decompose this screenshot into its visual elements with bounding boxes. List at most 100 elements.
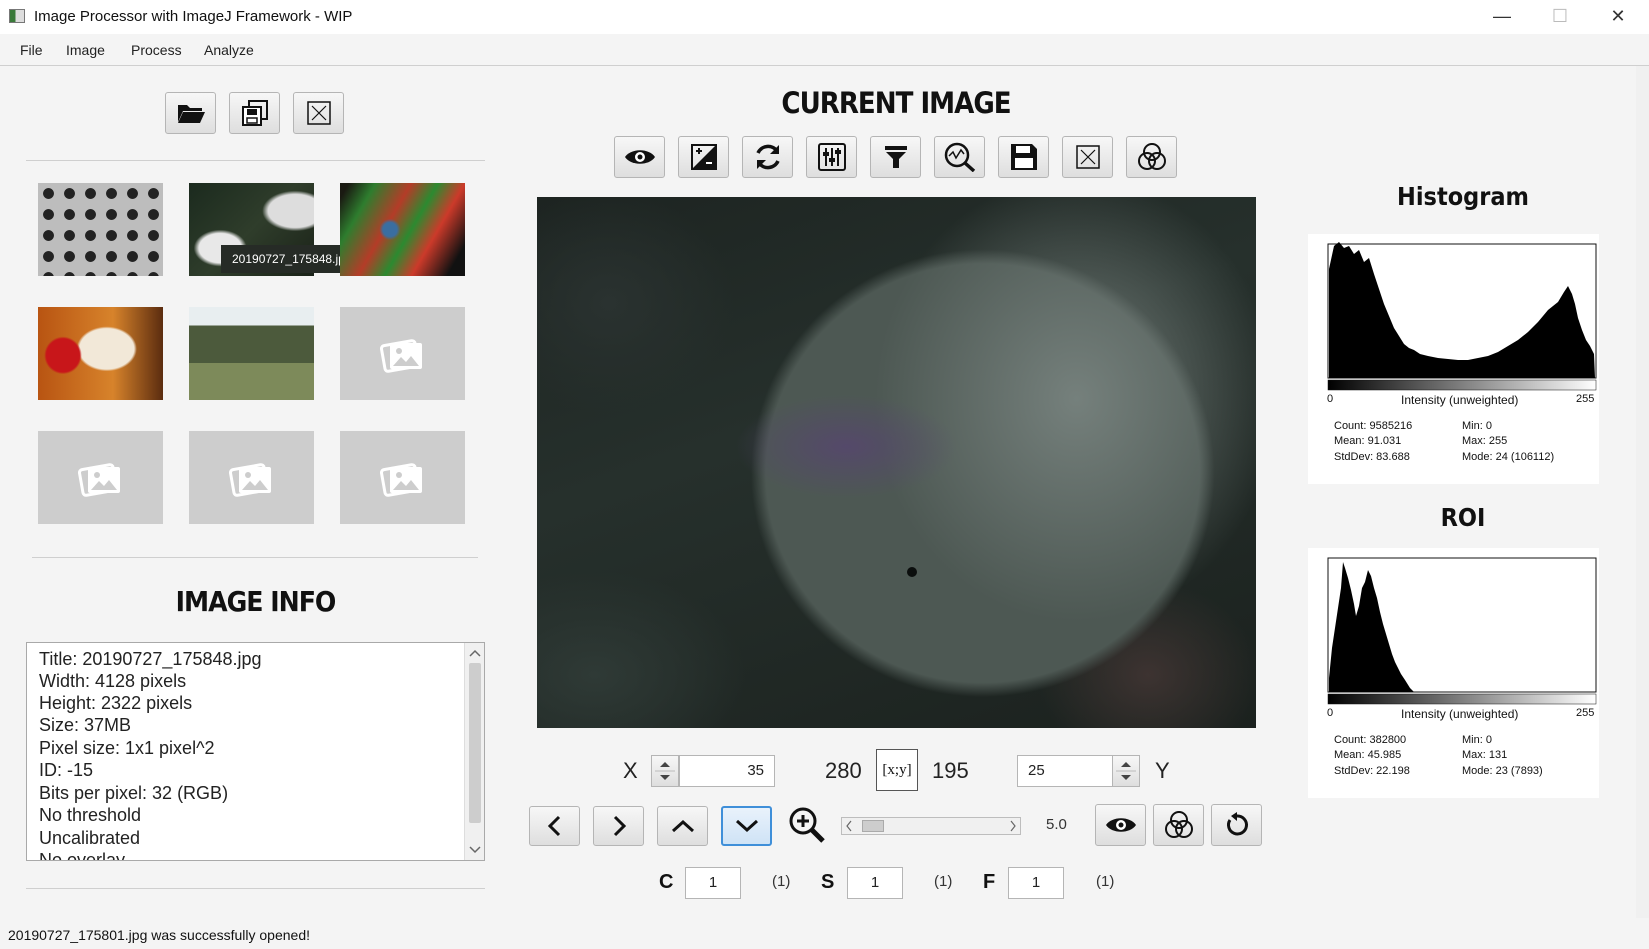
spinner-arrows-icon — [655, 762, 675, 780]
move-left-button[interactable] — [529, 806, 580, 846]
thumbnail-placeholder[interactable] — [340, 431, 465, 524]
info-scrollbar[interactable] — [464, 643, 484, 860]
save-all-button[interactable] — [229, 92, 280, 134]
info-line: Width: 4128 pixels — [39, 671, 187, 691]
roi-histogram-plot — [1327, 557, 1597, 705]
zoom-slider-thumb[interactable] — [862, 820, 884, 832]
eye-icon — [624, 150, 655, 164]
x-spinner[interactable] — [651, 755, 679, 787]
adjust-button[interactable] — [806, 136, 857, 178]
status-message: 20190727_175801.jpg was successfully ope… — [8, 927, 311, 943]
analyze-button[interactable] — [934, 136, 985, 178]
close-image-button[interactable] — [1062, 136, 1113, 178]
thumbnail-image-4[interactable] — [38, 307, 163, 400]
zoom-slider[interactable] — [841, 817, 1021, 835]
hist-mode: Mode: 24 (106112) — [1462, 451, 1555, 463]
slider-right-icon — [1010, 820, 1016, 832]
s-count: (1) — [934, 873, 953, 890]
menu-analyze[interactable]: Analyze — [204, 42, 254, 58]
histogram-title: Histogram — [1397, 182, 1529, 211]
histogram-plot — [1327, 242, 1597, 391]
hist-count: Count: 9585216 — [1334, 420, 1413, 432]
current-image-view[interactable] — [537, 197, 1256, 728]
histogram-panel: 0 Intensity (unweighted) 255 Count: 9585… — [1308, 234, 1599, 484]
f-count: (1) — [1096, 873, 1115, 890]
menu-image[interactable]: Image — [66, 42, 105, 58]
save-button[interactable] — [998, 136, 1049, 178]
reset-button[interactable] — [1211, 804, 1262, 846]
close-image-icon — [1075, 145, 1100, 169]
close-all-button[interactable] — [293, 92, 344, 134]
image-placeholder-icon — [379, 338, 422, 373]
x-label: X — [623, 758, 638, 783]
hist-stddev: StdDev: 83.688 — [1334, 451, 1410, 463]
zoom-value: 5.0 — [1046, 816, 1067, 833]
eye-icon — [1105, 818, 1136, 832]
open-folder-button[interactable] — [165, 92, 216, 134]
chevron-down-icon — [735, 819, 758, 833]
minimize-button[interactable]: — — [1473, 0, 1531, 34]
status-bar: 20190727_175801.jpg was successfully ope… — [0, 918, 1649, 949]
y-label: Y — [1155, 758, 1170, 783]
thumbnail-placeholder[interactable] — [340, 307, 465, 400]
image-placeholder-icon — [228, 462, 271, 497]
view-button[interactable] — [614, 136, 665, 178]
thumbnail-placeholder[interactable] — [38, 431, 163, 524]
info-line: Size: 37MB — [39, 715, 132, 735]
channels-button[interactable] — [1126, 136, 1177, 178]
scroll-down-icon — [469, 846, 481, 854]
x-value-field[interactable]: 35 — [679, 755, 775, 787]
chevron-up-icon — [671, 819, 694, 833]
close-button[interactable]: ✕ — [1589, 0, 1647, 34]
roi-histogram-panel: 0 Intensity (unweighted) 255 Count: 3828… — [1308, 548, 1599, 798]
c-field[interactable]: 1 — [685, 867, 741, 899]
maximize-button[interactable]: ☐ — [1531, 0, 1589, 34]
channels-icon — [1137, 143, 1166, 170]
contrast-button[interactable] — [678, 136, 729, 178]
filter-button[interactable] — [870, 136, 921, 178]
roi-axis-min: 0 — [1327, 707, 1334, 719]
move-up-button[interactable] — [657, 806, 708, 846]
move-right-button[interactable] — [593, 806, 644, 846]
title-bar: Image Processor with ImageJ Framework - … — [0, 0, 1649, 34]
save-icon — [1010, 144, 1037, 170]
coord-button[interactable]: [x;y] — [876, 749, 918, 791]
filter-icon — [884, 146, 907, 168]
thumbnail-image-5[interactable] — [189, 307, 314, 400]
s-label: S — [821, 871, 835, 893]
scroll-thumb[interactable] — [469, 663, 481, 823]
f-field[interactable]: 1 — [1008, 867, 1064, 899]
divider — [32, 557, 478, 558]
info-line: No threshold — [39, 805, 142, 825]
folder-open-icon — [177, 105, 205, 123]
info-line: No overlay — [39, 850, 126, 861]
preview-button[interactable] — [1095, 804, 1146, 846]
move-down-button[interactable] — [721, 806, 772, 846]
refresh-button[interactable] — [742, 136, 793, 178]
split-channels-button[interactable] — [1153, 804, 1204, 846]
coord-y-readout: 195 — [932, 758, 969, 783]
refresh-icon — [755, 144, 780, 170]
thumbnail-placeholder[interactable] — [189, 431, 314, 524]
contrast-icon — [690, 144, 717, 170]
hist-max: Max: 255 — [1462, 435, 1508, 447]
chevron-right-icon — [613, 815, 626, 837]
thumbnail-image-1[interactable] — [38, 183, 163, 276]
info-line: ID: -15 — [39, 760, 94, 780]
analyze-icon — [944, 142, 975, 172]
roi-count: Count: 382800 — [1334, 734, 1407, 746]
slider-left-icon — [846, 820, 852, 832]
c-count: (1) — [772, 873, 791, 890]
hist-min: Min: 0 — [1462, 420, 1492, 432]
roi-title: ROI — [1440, 503, 1486, 532]
image-info-textarea[interactable]: Title: 20190727_175848.jpg Width: 4128 p… — [26, 642, 485, 861]
roi-max: Max: 131 — [1462, 749, 1508, 761]
y-spinner[interactable] — [1112, 755, 1140, 787]
y-value-field[interactable]: 25 — [1017, 755, 1113, 787]
menu-file[interactable]: File — [20, 42, 43, 58]
s-field[interactable]: 1 — [847, 867, 903, 899]
thumbnail-image-3[interactable] — [340, 183, 465, 276]
right-edge-scrollbar[interactable] — [1636, 66, 1649, 918]
save-multiple-icon — [241, 100, 268, 126]
menu-process[interactable]: Process — [131, 42, 182, 58]
